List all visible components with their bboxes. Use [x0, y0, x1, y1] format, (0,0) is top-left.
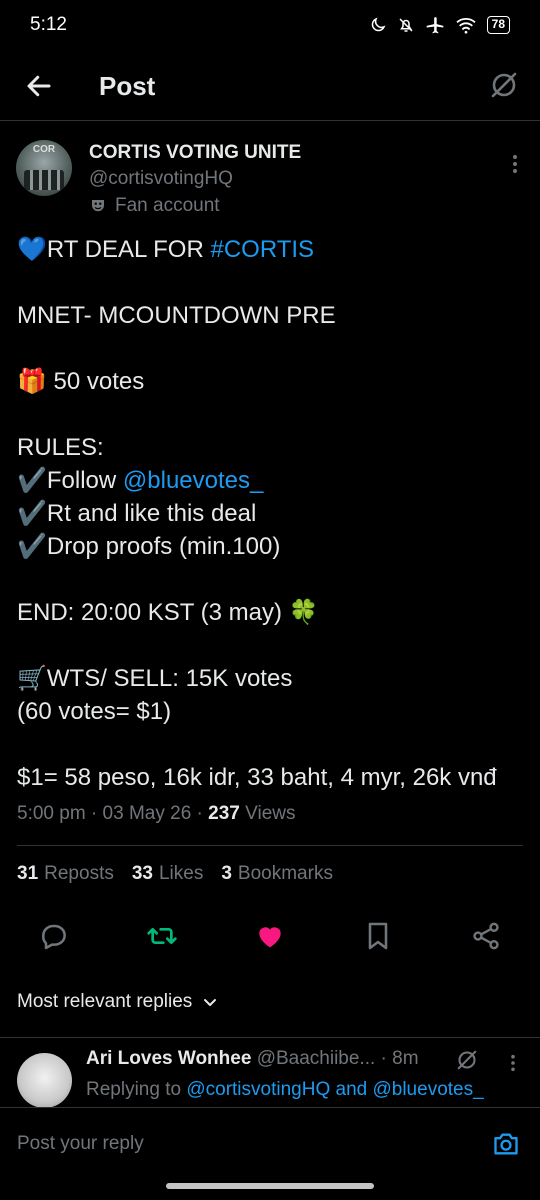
battery-indicator: 78: [486, 16, 510, 34]
post-line-text: 💙RT DEAL FOR: [17, 236, 211, 263]
hashtag-link[interactable]: #CORTIS: [210, 236, 314, 263]
timestamp: 5:00 pm · 03 May 26 ·: [17, 803, 209, 824]
avatar[interactable]: [17, 1053, 72, 1107]
camera-icon[interactable]: [492, 1130, 520, 1158]
page-title: Post: [99, 71, 156, 101]
top-bar: Post: [0, 55, 540, 121]
post-line: RULES:: [17, 434, 104, 461]
likes-label: Likes: [158, 863, 204, 884]
chevron-down-icon: [204, 999, 217, 1006]
views-label: Views: [239, 803, 296, 824]
post-line: 💙RT DEAL FOR #CORTIS: [17, 233, 532, 266]
account-label-text: Fan account: [115, 195, 220, 216]
wifi-icon: [456, 18, 476, 34]
post-text: 💙RT DEAL FOR #CORTIS MNET- MCOUNTDOWN PR…: [17, 233, 532, 794]
post-line: ✔️Follow @bluevotes_: [17, 464, 532, 497]
reply-author-handle[interactable]: @Baachiibe...: [257, 1048, 376, 1069]
airplane-icon: [426, 17, 443, 34]
mask-icon: [92, 200, 104, 212]
bookmark-icon[interactable]: [362, 920, 394, 952]
reposts-stat[interactable]: 31 Reposts: [17, 863, 114, 885]
more-vertical-icon[interactable]: [510, 1054, 516, 1072]
replying-to: Replying to @cortisvotingHQ and @bluevot…: [86, 1079, 484, 1101]
bookmarks-count: 3: [221, 863, 232, 884]
status-bar: 5:12 78: [0, 0, 540, 50]
post-line: (60 votes= $1): [17, 698, 172, 725]
post-line: $1= 58 peso, 16k idr, 33 baht, 4 myr, 26…: [17, 764, 497, 791]
post-meta: 5:00 pm · 03 May 26 · 237 Views: [17, 803, 295, 825]
post-author: COR CORTIS VOTING UNITE @cortisvotingHQ …: [16, 140, 526, 220]
avatar-text: COR: [32, 144, 56, 155]
mention-link[interactable]: @bluevotes_: [123, 467, 263, 494]
post-line: ✔️Rt and like this deal: [17, 500, 257, 527]
fan-account-label: Fan account: [89, 195, 220, 217]
action-bar: [0, 920, 540, 956]
post-stats: 31 Reposts 33 Likes 3 Bookmarks: [17, 863, 333, 885]
reply-icon[interactable]: [38, 920, 70, 952]
reposts-label: Reposts: [44, 863, 114, 884]
post-line: MNET- MCOUNTDOWN PRE: [17, 302, 336, 329]
repost-icon[interactable]: [146, 920, 178, 952]
bookmarks-label: Bookmarks: [237, 863, 333, 884]
views-count: 237: [208, 803, 240, 824]
status-icons: 78: [369, 15, 510, 35]
bookmarks-stat[interactable]: 3 Bookmarks: [221, 863, 333, 885]
reply-input[interactable]: Post your reply: [17, 1133, 144, 1155]
replying-prefix: Replying to: [86, 1079, 187, 1100]
author-name[interactable]: CORTIS VOTING UNITE: [89, 142, 301, 164]
reply-time: · 8m: [375, 1048, 419, 1069]
replying-to-links[interactable]: @cortisvotingHQ and @bluevotes_: [186, 1079, 483, 1100]
avatar[interactable]: COR: [16, 140, 72, 196]
post-line: END: 20:00 KST (3 may) 🍀: [17, 599, 319, 626]
share-icon[interactable]: [470, 920, 502, 952]
replies-sort-dropdown[interactable]: Most relevant replies: [17, 991, 218, 1013]
grok-icon[interactable]: [455, 1048, 479, 1072]
likes-stat[interactable]: 33 Likes: [132, 863, 204, 885]
post-line: 🎁 50 votes: [17, 368, 145, 395]
post-line-text: ✔️Follow: [17, 467, 123, 494]
mute-bell-icon: [399, 18, 413, 32]
divider: [17, 845, 523, 846]
replies-sort-label: Most relevant replies: [17, 991, 193, 1012]
reply-author-name[interactable]: Ari Loves Wonhee: [86, 1048, 251, 1069]
home-indicator[interactable]: [166, 1183, 374, 1189]
more-vertical-icon[interactable]: [512, 154, 518, 174]
likes-count: 33: [131, 863, 153, 884]
reply-item[interactable]: Ari Loves Wonhee @Baachiibe... · 8m Repl…: [0, 1037, 540, 1107]
author-handle[interactable]: @cortisvotingHQ: [89, 168, 233, 190]
status-time: 5:12: [30, 14, 67, 35]
arrow-left-icon[interactable]: [24, 71, 54, 101]
like-icon[interactable]: [254, 920, 286, 952]
reposts-count: 31: [17, 863, 39, 884]
post-line: 🛒WTS/ SELL: 15K votes: [17, 665, 293, 692]
reply-header: Ari Loves Wonhee @Baachiibe... · 8m: [86, 1048, 419, 1070]
post-line: ✔️Drop proofs (min.100): [17, 533, 281, 560]
avatar-photo: [24, 170, 64, 190]
grok-icon[interactable]: [488, 69, 520, 101]
moon-icon: [371, 17, 386, 32]
